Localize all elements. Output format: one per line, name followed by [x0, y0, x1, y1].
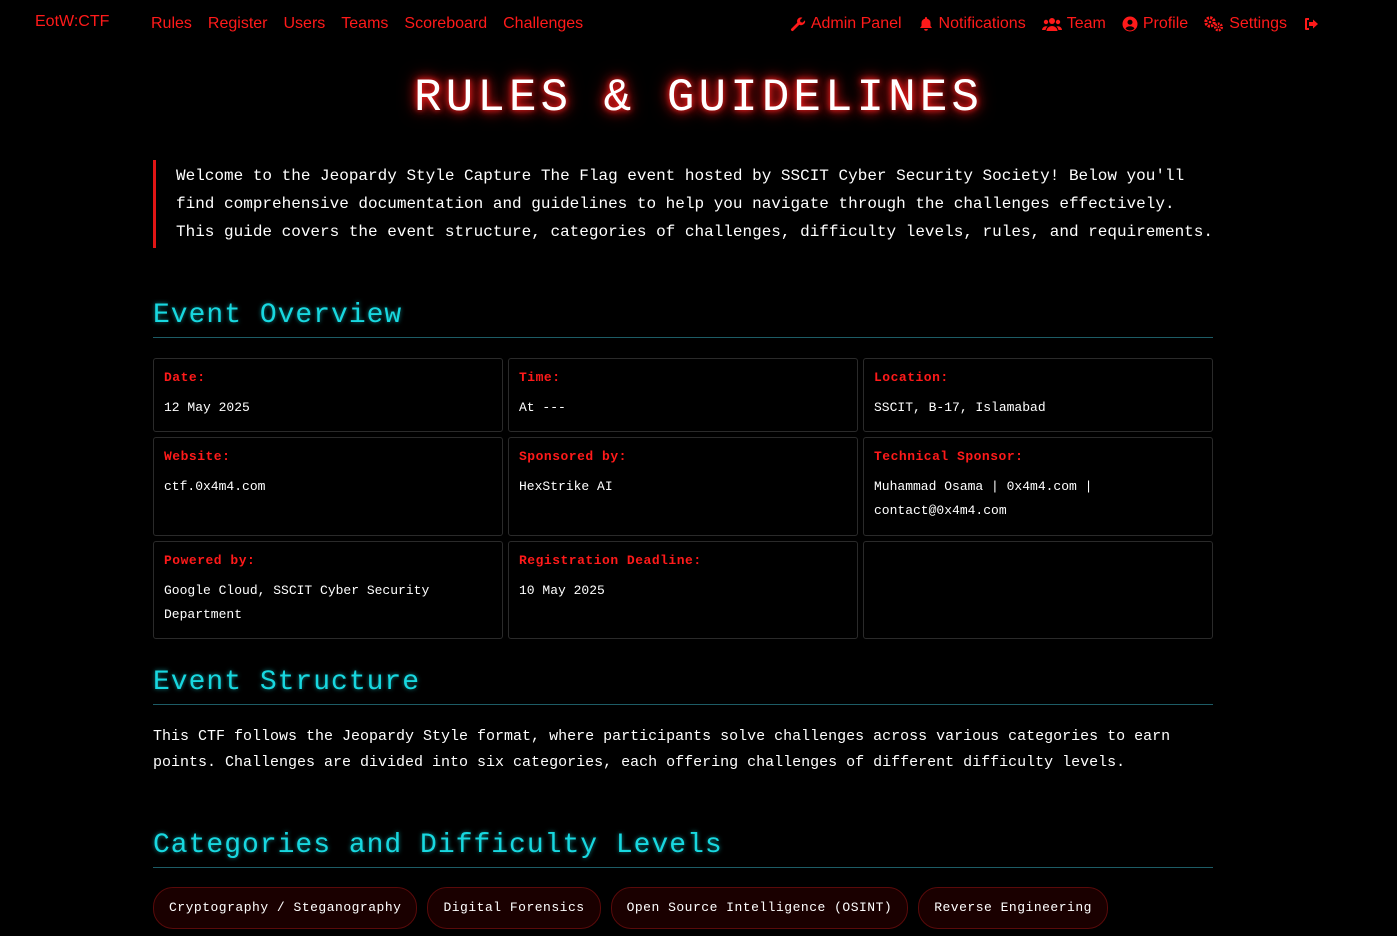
overview-label: Location:	[874, 370, 949, 385]
admin-panel-label: Admin Panel	[810, 15, 902, 32]
wrench-icon	[790, 16, 806, 32]
settings-label: Settings	[1229, 15, 1287, 32]
nav-scoreboard[interactable]: Scoreboard	[404, 15, 487, 33]
overview-label: Date:	[164, 370, 206, 385]
overview-label: Time:	[519, 370, 561, 385]
event-structure-text: This CTF follows the Jeopardy Style form…	[153, 728, 1171, 771]
overview-value: Muhammad Osama | 0x4m4.com | contact@0x4…	[874, 479, 1093, 518]
overview-card-location: Location: SSCIT, B-17, Islamabad	[863, 358, 1213, 432]
navbar: EotW:CTF Rules Register Users Teams Scor…	[0, 0, 1397, 48]
bell-icon	[918, 16, 934, 32]
event-structure-heading: Event Structure	[153, 667, 1213, 705]
overview-value: Google Cloud, SSCIT Cyber Security Depar…	[164, 583, 430, 622]
nav-challenges[interactable]: Challenges	[503, 15, 583, 33]
brand-link[interactable]: EotW:CTF	[35, 13, 109, 31]
overview-card-empty	[863, 541, 1213, 639]
overview-label: Registration Deadline:	[519, 553, 702, 568]
overview-value: ctf.0x4m4.com	[164, 479, 266, 494]
nav-users[interactable]: Users	[283, 15, 325, 33]
category-pill-crypto[interactable]: Cryptography / Steganography	[153, 887, 418, 929]
nav-settings[interactable]: Settings	[1204, 15, 1287, 33]
category-pills: Cryptography / Steganography Digital For…	[153, 887, 1108, 929]
page-title: RULES & GUIDELINES	[414, 72, 983, 124]
overview-value: HexStrike AI	[519, 479, 613, 494]
event-overview-grid: Date: 12 May 2025 Time: At --- Location:…	[153, 358, 1213, 639]
overview-card-website: Website: ctf.0x4m4.com	[153, 437, 503, 536]
overview-card-registration-deadline: Registration Deadline: 10 May 2025	[508, 541, 858, 639]
nav-team[interactable]: Team	[1041, 15, 1106, 33]
event-overview-heading: Event Overview	[153, 300, 1213, 338]
overview-card-technical-sponsor: Technical Sponsor: Muhammad Osama | 0x4m…	[863, 437, 1213, 536]
team-label: Team	[1066, 15, 1106, 32]
overview-value: 10 May 2025	[519, 583, 605, 598]
overview-label: Sponsored by:	[519, 449, 627, 464]
nav-notifications[interactable]: Notifications	[918, 15, 1026, 33]
overview-value: 12 May 2025	[164, 400, 250, 415]
overview-card-date: Date: 12 May 2025	[153, 358, 503, 432]
overview-label: Website:	[164, 449, 231, 464]
category-pill-forensics[interactable]: Digital Forensics	[427, 887, 601, 929]
overview-card-sponsor: Sponsored by: HexStrike AI	[508, 437, 858, 536]
overview-label: Technical Sponsor:	[874, 449, 1024, 464]
nav-right-links: Admin Panel Notifications Team Profile S…	[790, 15, 1319, 33]
nav-register[interactable]: Register	[208, 15, 268, 33]
notifications-label: Notifications	[938, 15, 1026, 32]
overview-value: At ---	[519, 400, 566, 415]
overview-label: Powered by:	[164, 553, 256, 568]
overview-card-powered-by: Powered by: Google Cloud, SSCIT Cyber Se…	[153, 541, 503, 639]
category-pill-reverse-engineering[interactable]: Reverse Engineering	[918, 887, 1108, 929]
sign-out-icon	[1303, 16, 1319, 32]
nav-left-links: Rules Register Users Teams Scoreboard Ch…	[151, 15, 583, 33]
nav-teams[interactable]: Teams	[341, 15, 388, 33]
gears-icon	[1204, 16, 1224, 32]
nav-logout[interactable]	[1303, 16, 1319, 32]
nav-profile[interactable]: Profile	[1122, 15, 1188, 33]
intro-blockquote: Welcome to the Jeopardy Style Capture Th…	[153, 160, 1213, 248]
nav-admin-panel[interactable]: Admin Panel	[790, 15, 902, 33]
overview-value: SSCIT, B-17, Islamabad	[874, 400, 1046, 415]
categories-heading: Categories and Difficulty Levels	[153, 830, 1213, 868]
nav-rules[interactable]: Rules	[151, 15, 192, 33]
user-circle-icon	[1122, 16, 1138, 32]
category-pill-osint[interactable]: Open Source Intelligence (OSINT)	[610, 887, 909, 929]
overview-card-time: Time: At ---	[508, 358, 858, 432]
users-icon	[1041, 16, 1062, 32]
profile-label: Profile	[1142, 15, 1189, 32]
